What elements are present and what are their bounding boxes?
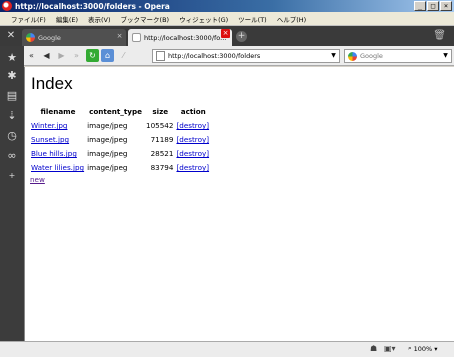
navigation-bar: « ◀ ▶ » ↻ ⌂ ⁄ http://localhost:3000/fold… bbox=[24, 46, 454, 66]
chevron-down-icon[interactable]: ▼ bbox=[441, 51, 450, 61]
page-icon bbox=[156, 51, 165, 61]
menu-help[interactable]: ヘルプ(H) bbox=[272, 14, 311, 24]
content-type: image/jpeg bbox=[87, 135, 128, 144]
add-panel-icon[interactable]: + bbox=[4, 168, 20, 184]
side-panel: ★ ✱ ▤ ⇣ ◷ ∞ + bbox=[0, 46, 24, 341]
search-input[interactable] bbox=[360, 52, 440, 60]
menu-bookmarks[interactable]: ブックマーク(B) bbox=[116, 14, 175, 24]
close-tab-icon[interactable]: × bbox=[221, 29, 230, 38]
menu-edit[interactable]: 編集(E) bbox=[51, 14, 83, 24]
menu-widgets[interactable]: ウィジェット(G) bbox=[174, 14, 233, 24]
menu-bar: ファイル(F) 編集(E) 表示(V) ブックマーク(B) ウィジェット(G) … bbox=[0, 12, 454, 26]
opera-icon bbox=[2, 1, 12, 11]
address-url[interactable]: http://localhost:3000/folders bbox=[168, 52, 260, 60]
table-header-row: filename content_type size action bbox=[30, 107, 211, 119]
new-link[interactable]: new bbox=[30, 175, 45, 184]
page-favicon-icon bbox=[132, 33, 141, 42]
filename-link[interactable]: Water lilies.jpg bbox=[31, 163, 84, 172]
home-icon[interactable]: ⌂ bbox=[101, 49, 114, 62]
window-title: http://localhost:3000/folders - Opera bbox=[15, 1, 170, 11]
status-bar: ☗ ▣▾ ⌕ 100% ▾ bbox=[0, 341, 454, 357]
table-row: Sunset.jpg image/jpeg 71189 [destroy] bbox=[30, 133, 211, 147]
column-header: action bbox=[180, 107, 206, 116]
trash-icon[interactable]: 🗑 bbox=[433, 30, 446, 41]
camera-icon[interactable]: ▣▾ bbox=[384, 344, 396, 353]
reload-icon[interactable]: ↻ bbox=[86, 49, 99, 62]
google-favicon-icon bbox=[26, 33, 35, 42]
content-type: image/jpeg bbox=[87, 149, 128, 158]
address-field[interactable]: http://localhost:3000/folders ▼ bbox=[152, 49, 340, 63]
file-size: 105542 bbox=[146, 121, 174, 130]
menu-file[interactable]: ファイル(F) bbox=[6, 14, 51, 24]
file-size: 71189 bbox=[150, 135, 174, 144]
fast-forward-icon[interactable]: » bbox=[69, 48, 84, 64]
tools-icon[interactable]: ✕ bbox=[5, 30, 17, 42]
folders-table: filename content_type size action Winter… bbox=[30, 107, 211, 175]
google-search-icon[interactable] bbox=[348, 51, 357, 61]
column-header: size bbox=[152, 107, 169, 116]
filename-link[interactable]: Blue hills.jpg bbox=[31, 149, 77, 158]
filename-link[interactable]: Winter.jpg bbox=[31, 121, 67, 130]
network-icon[interactable]: ☗ bbox=[370, 344, 377, 353]
tab-label: http://localhost:3000/fo... bbox=[144, 33, 227, 42]
tab-bar: ✕ Google × http://localhost:3000/fo... ×… bbox=[0, 26, 454, 46]
transfers-icon[interactable]: ⇣ bbox=[4, 108, 20, 124]
bookmarks-star-icon[interactable]: ★ bbox=[4, 50, 20, 66]
forward-icon[interactable]: ▶ bbox=[54, 48, 69, 64]
file-size: 28521 bbox=[150, 149, 174, 158]
content-type: image/jpeg bbox=[87, 121, 128, 130]
history-clock-icon[interactable]: ◷ bbox=[4, 128, 20, 144]
tab-google[interactable]: Google × bbox=[22, 29, 126, 46]
page-content: Index filename content_type size action … bbox=[24, 67, 454, 341]
filename-link[interactable]: Sunset.jpg bbox=[31, 135, 69, 144]
zoom-control[interactable]: ⌕ 100% ▾ bbox=[408, 344, 438, 353]
content-type: image/jpeg bbox=[87, 163, 128, 172]
chevron-down-icon[interactable]: ▾ bbox=[434, 345, 437, 353]
page-title: Index bbox=[31, 74, 73, 93]
table-row: Winter.jpg image/jpeg 105542 [destroy] bbox=[30, 119, 211, 133]
widgets-gear-icon[interactable]: ✱ bbox=[4, 68, 20, 84]
tab-label: Google bbox=[38, 33, 61, 42]
magnifier-icon: ⌕ bbox=[408, 344, 412, 352]
search-box[interactable]: ▼ bbox=[344, 49, 452, 63]
chevron-down-icon[interactable]: ▼ bbox=[329, 51, 338, 61]
notes-icon[interactable]: ▤ bbox=[4, 88, 20, 104]
minimize-button[interactable]: _ bbox=[414, 1, 426, 11]
table-row: Blue hills.jpg image/jpeg 28521 [destroy… bbox=[30, 147, 211, 161]
rewind-icon[interactable]: « bbox=[24, 48, 39, 64]
title-bar: http://localhost:3000/folders - Opera _ … bbox=[0, 0, 454, 12]
destroy-link[interactable]: [destroy] bbox=[176, 121, 209, 130]
file-size: 83794 bbox=[150, 163, 174, 172]
tab-localhost[interactable]: http://localhost:3000/fo... × bbox=[128, 29, 232, 46]
menu-tools[interactable]: ツール(T) bbox=[233, 14, 272, 24]
new-tab-button[interactable]: + bbox=[236, 31, 247, 42]
maximize-button[interactable]: □ bbox=[427, 1, 439, 11]
column-header: content_type bbox=[89, 107, 143, 116]
window-controls: _ □ × bbox=[414, 1, 452, 11]
close-button[interactable]: × bbox=[440, 1, 452, 11]
wand-icon[interactable]: ⁄ bbox=[116, 48, 131, 64]
zoom-level: 100% bbox=[413, 344, 433, 353]
back-icon[interactable]: ◀ bbox=[39, 48, 54, 64]
close-tab-icon[interactable]: × bbox=[115, 32, 124, 41]
column-header: filename bbox=[40, 107, 76, 116]
links-icon[interactable]: ∞ bbox=[4, 148, 20, 164]
menu-view[interactable]: 表示(V) bbox=[83, 14, 116, 24]
table-row: Water lilies.jpg image/jpeg 83794 [destr… bbox=[30, 161, 211, 175]
destroy-link[interactable]: [destroy] bbox=[176, 135, 209, 144]
destroy-link[interactable]: [destroy] bbox=[176, 149, 209, 158]
destroy-link[interactable]: [destroy] bbox=[176, 163, 209, 172]
